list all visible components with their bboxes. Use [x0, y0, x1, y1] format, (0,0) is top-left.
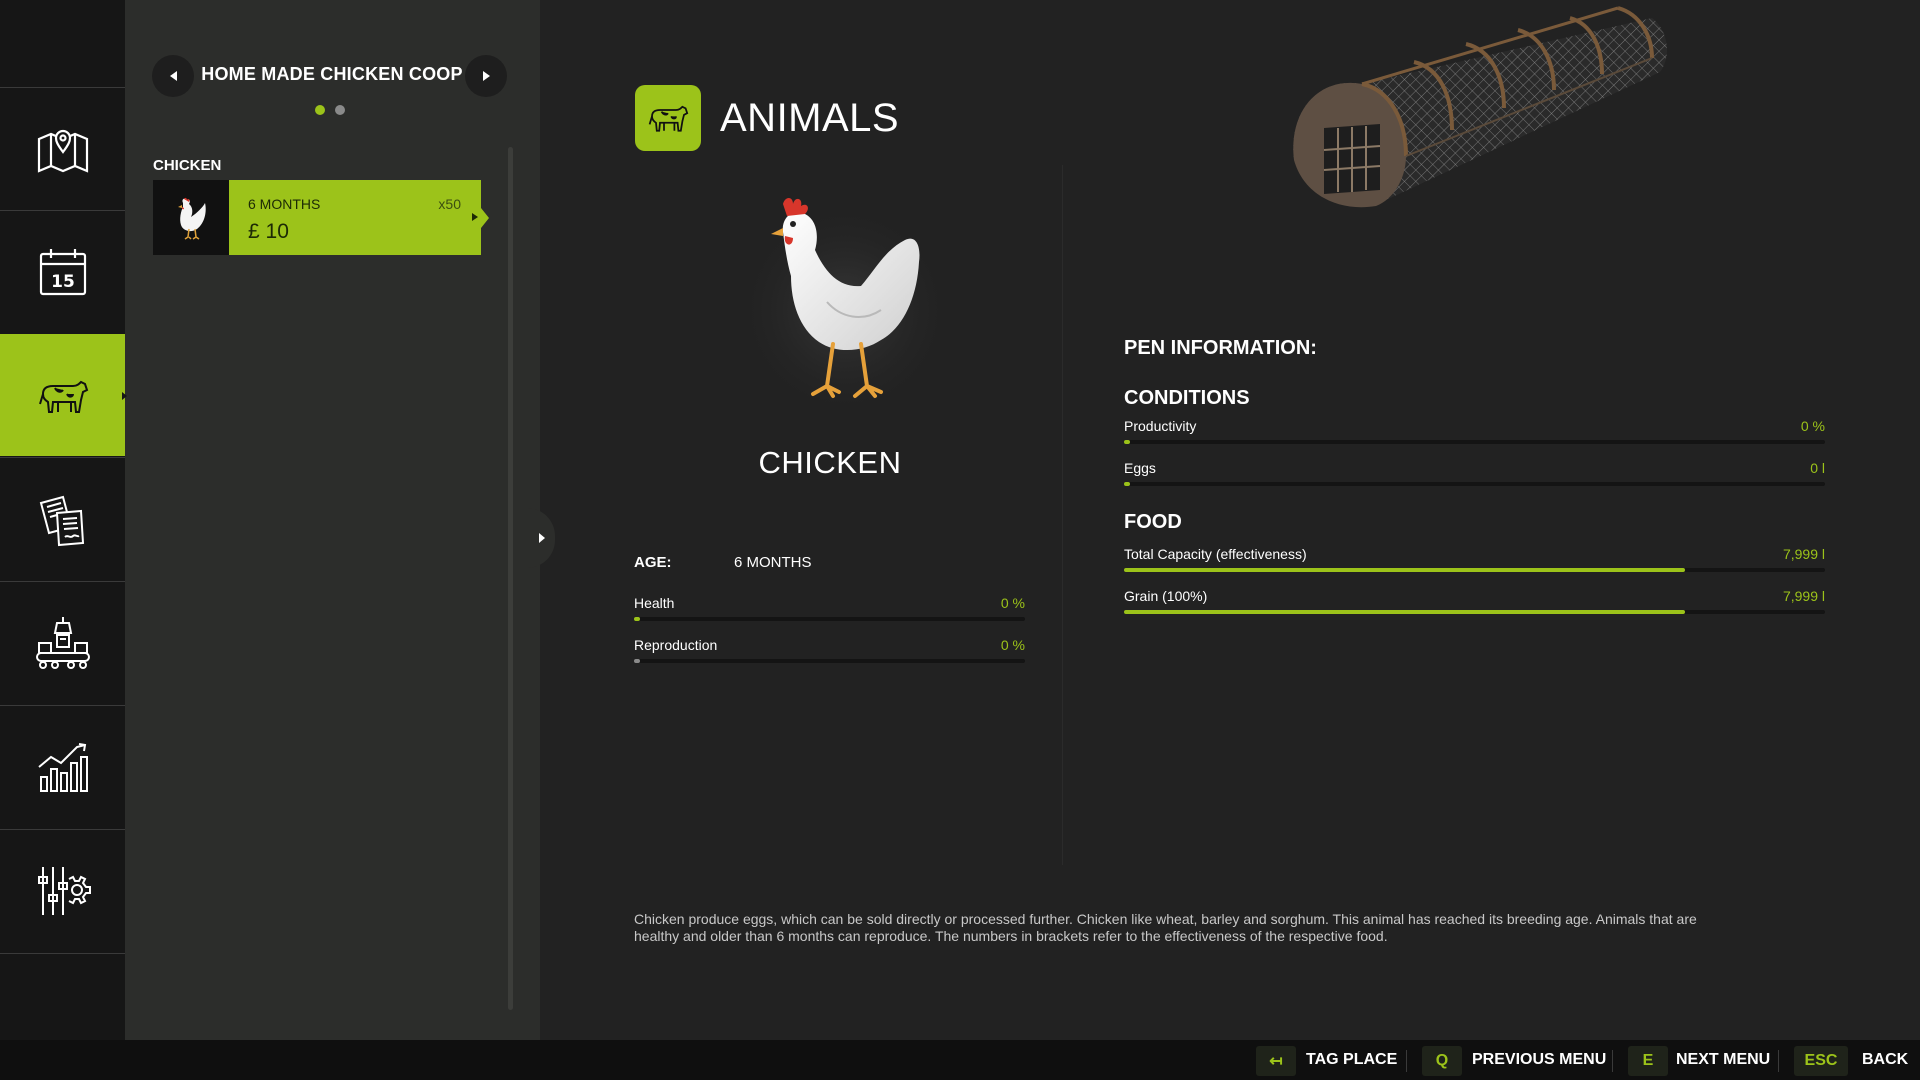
animal-card-body: 6 MONTHS x50 £ 10 — [229, 180, 489, 255]
collapse-panel-button[interactable] — [527, 508, 555, 568]
bar-chart-icon — [37, 742, 88, 792]
nav-item-calendar[interactable]: 15 — [0, 210, 125, 332]
grain-label: Grain (100%) — [1124, 588, 1208, 604]
card-selected-arrow — [472, 213, 478, 221]
reproduction-value: 0 % — [1000, 637, 1025, 653]
reproduction-label: Reproduction — [634, 637, 718, 653]
animal-list-panel — [125, 0, 540, 1040]
hint-separator — [1778, 1050, 1779, 1072]
grain-bar — [1124, 610, 1825, 614]
sliders-gear-icon — [37, 866, 91, 915]
prev-pen-button[interactable] — [152, 55, 194, 97]
total-capacity-bar — [1124, 568, 1825, 572]
factory-conveyor-icon — [35, 616, 90, 669]
previous-menu-key[interactable]: Q — [1422, 1046, 1462, 1076]
animal-list-item[interactable]: 6 MONTHS x50 £ 10 — [153, 180, 489, 255]
nav-item-contracts[interactable] — [0, 457, 125, 579]
animal-description: Chicken produce eggs, which can be sold … — [634, 911, 1697, 944]
next-pen-button[interactable] — [465, 55, 507, 97]
tag-place-label[interactable]: TAG PLACE — [1306, 1051, 1397, 1069]
main-nav-rail: 15 — [0, 0, 134, 1040]
documents-icon — [39, 495, 84, 546]
nav-item-settings[interactable] — [0, 829, 125, 951]
cow-icon — [38, 380, 88, 413]
calendar-icon: 15 — [39, 248, 86, 295]
conditions-title: CONDITIONS — [1124, 387, 1250, 409]
animal-name: CHICKEN — [758, 445, 902, 480]
animals-header-icon — [635, 85, 701, 151]
arrow-right-icon — [539, 533, 545, 543]
chicken-coop-image — [1293, 6, 1667, 208]
hint-separator — [1406, 1050, 1407, 1072]
grain-bar-fill — [1124, 610, 1685, 614]
cow-icon — [648, 105, 689, 132]
eggs-value: 0 l — [1810, 460, 1825, 476]
eggs-bar — [1124, 482, 1825, 486]
arrow-left-icon — [169, 71, 177, 81]
reproduction-bar-fill — [634, 659, 640, 663]
column-divider — [1062, 165, 1063, 865]
health-label: Health — [634, 595, 675, 611]
card-price: £ 10 — [248, 220, 289, 243]
health-bar-fill — [634, 617, 640, 621]
chicken-icon — [178, 197, 206, 240]
active-indicator-arrow — [122, 391, 127, 400]
back-label[interactable]: BACK — [1862, 1051, 1908, 1069]
calendar-day: 15 — [51, 272, 75, 292]
next-menu-key[interactable]: E — [1628, 1046, 1668, 1076]
productivity-bar — [1124, 440, 1825, 444]
page-dot[interactable] — [335, 105, 345, 115]
reproduction-bar — [634, 659, 1025, 663]
total-capacity-label: Total Capacity (effectiveness) — [1124, 546, 1307, 562]
nav-item-map[interactable] — [0, 87, 125, 209]
grain-value: 7,999 l — [1782, 588, 1825, 604]
eggs-label: Eggs — [1124, 460, 1156, 476]
nav-divider — [0, 953, 125, 954]
eggs-bar-fill — [1124, 482, 1130, 486]
nav-item-production[interactable] — [0, 581, 125, 703]
arrow-right-icon — [482, 71, 490, 81]
productivity-bar-fill — [1124, 440, 1130, 444]
chicken-image — [735, 198, 955, 420]
category-label: CHICKEN — [153, 157, 222, 174]
productivity-value: 0 % — [1800, 418, 1825, 434]
total-capacity-bar-fill — [1124, 568, 1685, 572]
total-capacity-value: 7,999 l — [1782, 546, 1825, 562]
pen-information-title: PEN INFORMATION: — [1124, 337, 1317, 359]
nav-item-animals[interactable] — [0, 334, 134, 456]
productivity-label: Productivity — [1124, 418, 1197, 434]
card-age: 6 MONTHS — [248, 196, 321, 212]
page-title: ANIMALS — [720, 96, 900, 140]
back-key[interactable]: ESC — [1794, 1046, 1848, 1076]
list-scrollbar[interactable] — [508, 147, 513, 1010]
hint-separator — [1612, 1050, 1613, 1072]
card-count: x50 — [438, 196, 461, 212]
page-dot-active[interactable] — [315, 105, 325, 115]
age-value: 6 MONTHS — [734, 554, 812, 571]
nav-item-statistics[interactable] — [0, 705, 125, 827]
animal-thumbnail — [153, 180, 229, 255]
health-value: 0 % — [1000, 595, 1025, 611]
tag-place-key[interactable]: ↤ — [1256, 1046, 1296, 1076]
previous-menu-label[interactable]: PREVIOUS MENU — [1472, 1051, 1606, 1069]
next-menu-label[interactable]: NEXT MENU — [1676, 1051, 1770, 1069]
food-title: FOOD — [1124, 511, 1182, 533]
age-label: AGE: — [634, 554, 672, 571]
map-pin-icon — [37, 129, 88, 173]
pen-title: HOME MADE CHICKEN COOP — [201, 64, 463, 84]
health-bar — [634, 617, 1025, 621]
